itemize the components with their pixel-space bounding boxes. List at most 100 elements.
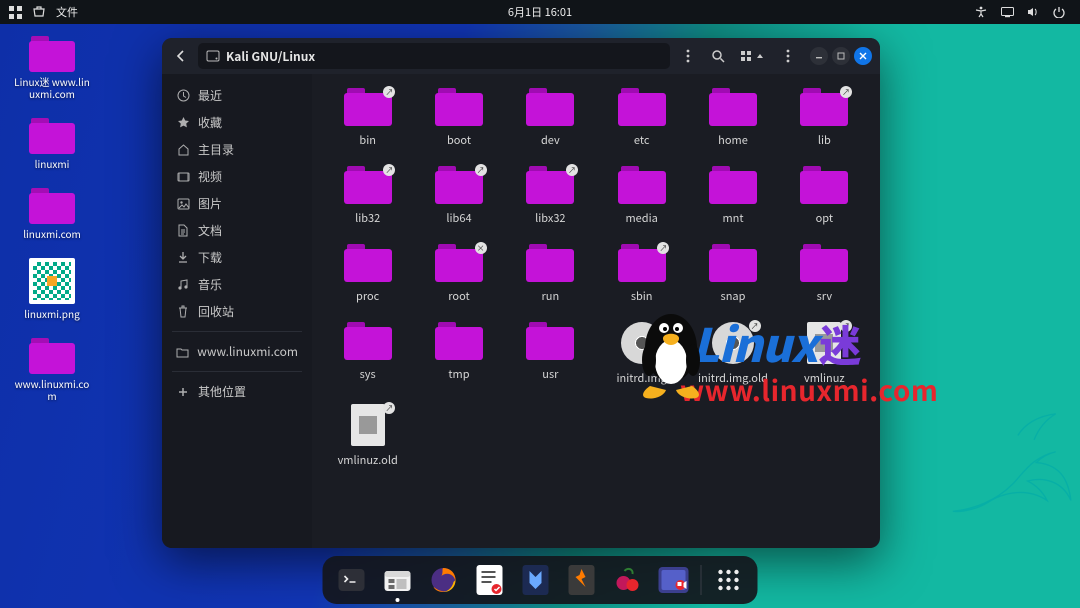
desktop-icon[interactable]: linuxmi.com bbox=[12, 188, 92, 240]
sidebar-item-video[interactable]: 视频 bbox=[162, 163, 312, 190]
file-item-label: run bbox=[505, 288, 596, 304]
sidebar-item-clock[interactable]: 最近 bbox=[162, 82, 312, 109]
sidebar-item-trash[interactable]: 回收站 bbox=[162, 298, 312, 325]
accessibility-icon[interactable] bbox=[974, 5, 988, 19]
desktop-icon[interactable]: linuxmi bbox=[12, 118, 92, 170]
file-item-label: initrd.img bbox=[596, 370, 687, 386]
file-item-label: sys bbox=[322, 366, 413, 382]
file-item[interactable]: media bbox=[596, 166, 687, 226]
sidebar-item-label: 下载 bbox=[198, 249, 222, 266]
file-item[interactable]: ↗lib32 bbox=[322, 166, 413, 226]
desktop-icon[interactable]: linuxmi.png bbox=[12, 258, 92, 320]
sidebar-item-label: 最近 bbox=[198, 87, 222, 104]
file-item[interactable]: ↗vmlinuz bbox=[779, 322, 870, 386]
file-item-label: mnt bbox=[687, 210, 778, 226]
symlink-badge-icon: ↗ bbox=[383, 402, 395, 414]
sidebar-item-image[interactable]: 图片 bbox=[162, 190, 312, 217]
folder-icon bbox=[29, 338, 75, 374]
file-item[interactable]: × root bbox=[413, 244, 504, 304]
dock-item-cherrytree[interactable] bbox=[609, 561, 647, 599]
dock-item-terminal[interactable] bbox=[333, 561, 371, 599]
show-apps-button[interactable] bbox=[710, 561, 748, 599]
path-menu-button[interactable] bbox=[676, 44, 700, 68]
symlink-badge-icon: ↗ bbox=[566, 164, 578, 176]
sidebar-item-music[interactable]: 音乐 bbox=[162, 271, 312, 298]
file-item[interactable]: snap bbox=[687, 244, 778, 304]
folder-icon bbox=[709, 88, 757, 126]
dock-item-files[interactable] bbox=[379, 561, 417, 599]
sidebar-item-folder[interactable]: www.linuxmi.com bbox=[162, 338, 312, 365]
back-button[interactable] bbox=[170, 45, 192, 67]
desktop-icon-label: linuxmi.com bbox=[12, 228, 92, 240]
desktop-icon-label: linuxmi bbox=[12, 158, 92, 170]
file-item[interactable]: run bbox=[505, 244, 596, 304]
dock-item-metasploit[interactable] bbox=[517, 561, 555, 599]
dock-item-recorder[interactable] bbox=[655, 561, 693, 599]
content-area: ↗binbootdevetchome↗lib ↗lib32↗lib64↗libx3… bbox=[312, 74, 880, 548]
plus-icon bbox=[176, 385, 190, 399]
folder-icon bbox=[526, 244, 574, 282]
maximize-button[interactable] bbox=[832, 47, 850, 65]
file-item-label: root bbox=[413, 288, 504, 304]
sidebar-item-label: 收藏 bbox=[198, 114, 222, 131]
activities-icon[interactable] bbox=[8, 5, 22, 19]
view-toggle-button[interactable] bbox=[736, 44, 770, 68]
app-label[interactable]: 文件 bbox=[56, 4, 78, 20]
sidebar-item-download[interactable]: 下载 bbox=[162, 244, 312, 271]
file-item[interactable]: sys bbox=[322, 322, 413, 386]
file-item[interactable]: ↗sbin bbox=[596, 244, 687, 304]
volume-icon[interactable] bbox=[1026, 5, 1040, 19]
file-item[interactable]: ↗bin bbox=[322, 88, 413, 148]
file-item[interactable]: ↗initrd.img.old bbox=[687, 322, 778, 386]
file-item[interactable]: dev bbox=[505, 88, 596, 148]
file-item[interactable]: usr bbox=[505, 322, 596, 386]
power-icon[interactable] bbox=[1052, 5, 1066, 19]
file-item[interactable]: tmp bbox=[413, 322, 504, 386]
file-item-label: initrd.img.old bbox=[687, 370, 778, 386]
file-item[interactable]: ↗lib bbox=[779, 88, 870, 148]
trash-icon bbox=[176, 305, 190, 319]
sidebar-item-doc[interactable]: 文档 bbox=[162, 217, 312, 244]
screen-icon[interactable] bbox=[1000, 5, 1014, 19]
file-item[interactable]: ↗lib64 bbox=[413, 166, 504, 226]
dock-item-burp[interactable] bbox=[563, 561, 601, 599]
sidebar-item-star[interactable]: 收藏 bbox=[162, 109, 312, 136]
lock-badge-icon: × bbox=[475, 242, 487, 254]
path-bar[interactable]: Kali GNU/Linux bbox=[198, 43, 670, 69]
file-item[interactable]: home bbox=[687, 88, 778, 148]
file-item-label: dev bbox=[505, 132, 596, 148]
symlink-badge-icon: ↗ bbox=[840, 320, 852, 332]
image-thumbnail-icon bbox=[29, 258, 75, 304]
file-item-label: snap bbox=[687, 288, 778, 304]
hamburger-menu-button[interactable] bbox=[776, 44, 800, 68]
close-button[interactable] bbox=[854, 47, 872, 65]
sidebar-item-plus[interactable]: 其他位置 bbox=[162, 378, 312, 405]
dock-separator bbox=[701, 565, 702, 595]
image-icon bbox=[176, 197, 190, 211]
file-item[interactable]: ↗libx32 bbox=[505, 166, 596, 226]
file-item[interactable]: mnt bbox=[687, 166, 778, 226]
file-item[interactable]: etc bbox=[596, 88, 687, 148]
sidebar-item-label: 主目录 bbox=[198, 141, 234, 158]
file-item[interactable]: ↗vmlinuz.old bbox=[322, 404, 413, 468]
file-item[interactable]: opt bbox=[779, 166, 870, 226]
kali-dragon-decoration bbox=[942, 408, 1072, 528]
sidebar-item-home[interactable]: 主目录 bbox=[162, 136, 312, 163]
folder-icon bbox=[618, 166, 666, 204]
app-indicator-icon[interactable] bbox=[32, 5, 46, 19]
folder-icon bbox=[29, 118, 75, 154]
file-icon bbox=[351, 404, 385, 446]
clock[interactable]: 6月1日 16:01 bbox=[508, 4, 572, 20]
folder-icon bbox=[435, 88, 483, 126]
file-item[interactable]: ↗initrd.img bbox=[596, 322, 687, 386]
search-button[interactable] bbox=[706, 44, 730, 68]
dock-item-firefox[interactable] bbox=[425, 561, 463, 599]
dock-item-text-editor[interactable] bbox=[471, 561, 509, 599]
file-item[interactable]: boot bbox=[413, 88, 504, 148]
file-icon bbox=[807, 322, 841, 364]
desktop-icon[interactable]: www.linuxmi.com bbox=[12, 338, 92, 402]
minimize-button[interactable] bbox=[810, 47, 828, 65]
desktop-icon[interactable]: Linux迷 www.linuxmi.com bbox=[12, 36, 92, 100]
file-item[interactable]: srv bbox=[779, 244, 870, 304]
file-item[interactable]: proc bbox=[322, 244, 413, 304]
